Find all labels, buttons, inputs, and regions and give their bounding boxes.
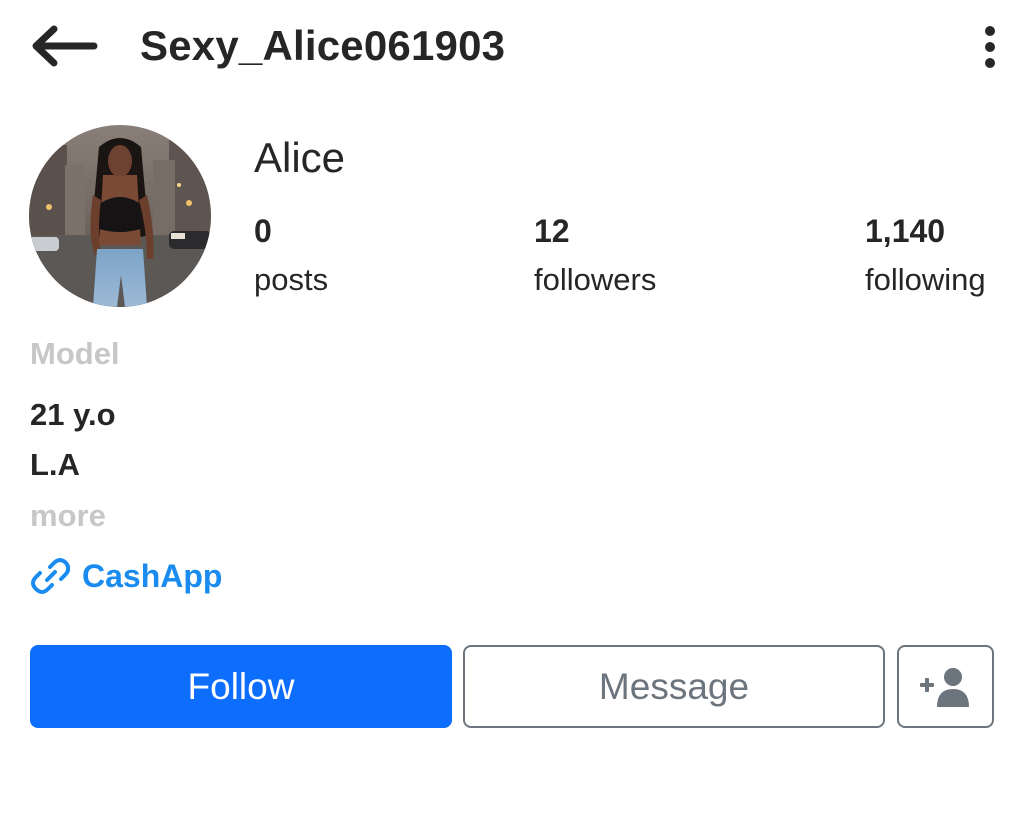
avatar[interactable] — [29, 125, 211, 307]
follow-button[interactable]: Follow — [30, 645, 452, 728]
profile-photo — [29, 125, 211, 307]
link-icon — [31, 558, 70, 594]
bio-line-age: 21 y.o — [30, 397, 116, 432]
arrow-left-icon — [32, 25, 98, 67]
profile-category: Model — [30, 336, 120, 371]
followers-count: 12 — [534, 213, 570, 249]
profile-display-name: Alice — [254, 134, 346, 181]
followers-stat[interactable]: 12 followers — [534, 212, 656, 298]
profile-link[interactable]: CashApp — [30, 556, 222, 596]
add-user-icon — [919, 667, 969, 707]
following-stat[interactable]: 1,140 following — [865, 212, 986, 298]
bio-line-location: L.A — [30, 447, 80, 482]
back-button[interactable] — [22, 18, 104, 74]
posts-count: 0 — [254, 213, 272, 249]
add-user-button[interactable] — [897, 645, 994, 728]
posts-stat: 0 posts — [254, 212, 328, 298]
message-button[interactable]: Message — [463, 645, 885, 728]
kebab-vertical-icon — [985, 26, 995, 68]
bio-more-link[interactable]: more — [30, 497, 106, 535]
following-label: following — [865, 262, 986, 297]
followers-label: followers — [534, 262, 657, 297]
more-options-button[interactable] — [970, 22, 1010, 72]
following-count: 1,140 — [865, 213, 946, 249]
profile-link-label: CashApp — [82, 558, 223, 594]
profile-username: Sexy_Alice061903 — [140, 22, 506, 69]
posts-label: posts — [254, 262, 329, 297]
